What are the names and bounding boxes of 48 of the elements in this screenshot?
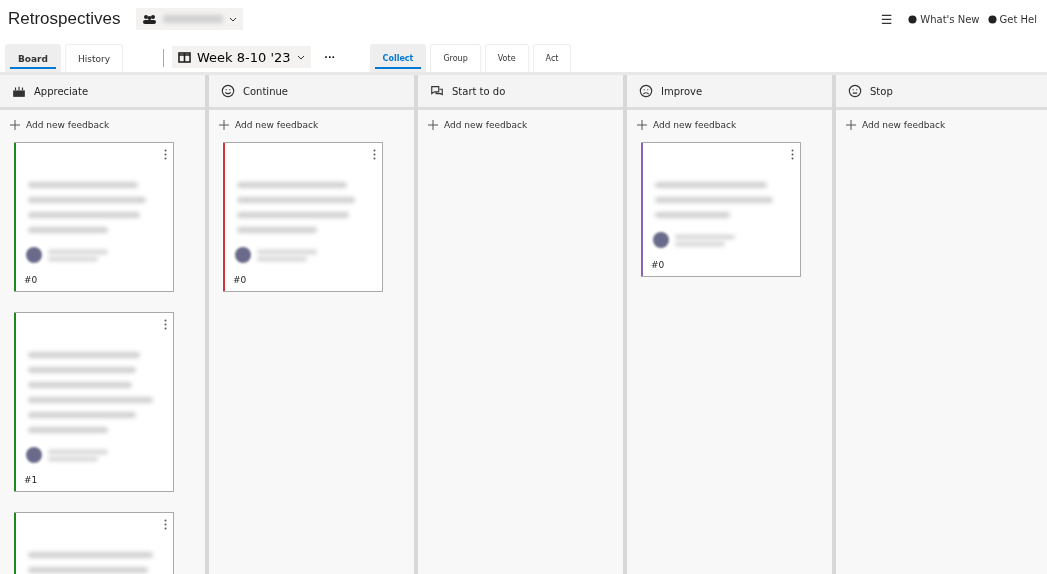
view-tab[interactable]: Board [5,44,61,72]
help-link[interactable]: Get Hel [985,13,1039,25]
team-selector[interactable] [136,8,244,30]
people-icon [142,13,158,25]
column-title: Appreciate [34,85,89,97]
app-title: Retrospectives [8,9,121,29]
phase-tab[interactable]: Vote [484,44,529,72]
chat-icon [430,84,444,98]
menu-button[interactable]: ☰ [878,11,895,27]
column-title: Continue [243,85,288,97]
more-options-icon[interactable] [373,149,376,160]
add-feedback-button[interactable]: Add new feedback [637,120,737,130]
board-icon [178,51,192,63]
cake-icon [12,84,26,98]
plus-icon [637,120,647,130]
more-options-icon[interactable] [791,149,794,160]
more-options-icon[interactable] [164,149,167,160]
card-number: #0 [24,275,39,285]
chevron-down-icon [296,54,305,60]
column-title: Stop [870,85,893,97]
whats-new-link[interactable]: What's New [906,13,982,25]
add-feedback-button[interactable]: Add new feedback [10,120,110,130]
chevron-down-icon [229,16,238,22]
smile-icon [221,84,235,98]
add-feedback-button[interactable]: Add new feedback [428,120,528,130]
plus-icon [10,120,20,130]
add-feedback-button[interactable]: Add new feedback [846,120,946,130]
plus-icon [219,120,229,130]
board-selector[interactable]: Week 8-10 '23 [172,46,311,68]
card-number: #1 [24,475,39,485]
add-feedback-button[interactable]: Add new feedback [219,120,319,130]
more-options-icon[interactable] [164,519,167,530]
neutral-face-icon [848,84,862,98]
column-title: Improve [661,85,703,97]
badge-icon [908,14,918,24]
more-options-icon[interactable] [164,319,167,330]
card-number: #0 [651,260,666,270]
phase-tab[interactable]: Act [532,44,572,72]
view-tab[interactable]: History [65,44,124,72]
more-button[interactable]: ··· [318,50,342,64]
plus-icon [846,120,856,130]
card-number: #0 [233,275,248,285]
plus-icon [428,120,438,130]
help-icon [987,14,997,24]
column-title: Start to do [452,85,506,97]
phase-tab[interactable]: Group [430,44,481,72]
frown-icon [639,84,653,98]
phase-tab[interactable]: Collect [369,44,427,72]
